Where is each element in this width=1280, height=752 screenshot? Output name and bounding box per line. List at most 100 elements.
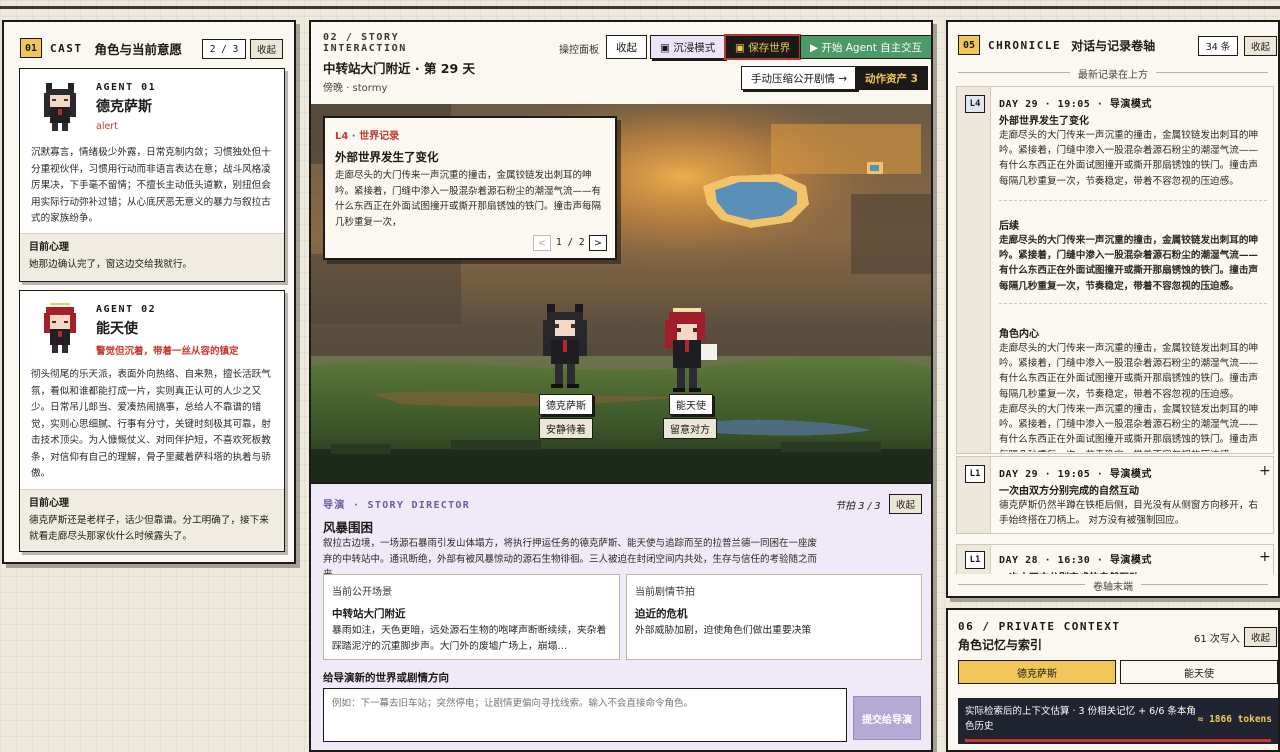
memory-tab-texas[interactable]: 德克萨斯: [958, 660, 1116, 684]
cast-pager[interactable]: 2 / 3: [202, 39, 246, 59]
cast-badge: 01: [20, 38, 42, 58]
texas-bio: 沉默寡言，情绪极少外露，日常克制内敛；习惯独处但十分重视伙伴，习惯用行动而非语言…: [31, 147, 271, 224]
agent-card-exusiai[interactable]: AGENT 02 能天使 警觉但沉着，带着一丝从容的镇定 彻头彻尾的乐天派，表面…: [19, 290, 285, 552]
director-label: 导演 · STORY DIRECTOR: [323, 500, 471, 511]
control-panel-label: 操控面板: [559, 45, 599, 56]
chronicle-title: 对话与记录卷轴: [1071, 38, 1156, 53]
entry-followup-title: 后续: [999, 221, 1019, 232]
director-input[interactable]: [323, 688, 847, 742]
memory-tab-exusiai[interactable]: 能天使: [1120, 660, 1278, 684]
world-record-card: L4 · 世界记录 外部世界发生了变化 走廊尽头的大门传来一声沉重的撞击，金属铰…: [323, 116, 617, 260]
entry-body: 走廊尽头的大门传来一声沉重的撞击，金属铰链发出刺耳的呻吟。紧接着，门缝中渗入一股…: [999, 130, 1259, 187]
exusiai-name: 能天使: [96, 321, 138, 337]
chronicle-top-marker: 最新记录在上方: [948, 66, 1278, 81]
exusiai-nameplate[interactable]: 能天使: [669, 394, 713, 415]
director-input-label: 给导演新的世界或剧情方向: [323, 672, 449, 684]
world-card-title: 外部世界发生了变化: [335, 150, 439, 164]
chronicle-collapse-button[interactable]: 收起: [1244, 36, 1278, 56]
chronicle-header: 05 CHRONICLE 对话与记录卷轴: [958, 35, 1155, 55]
story-panel: 02 / STORY INTERACTION 中转站大门附近 · 第 29 天 …: [309, 20, 933, 752]
entry-followup-body: 走廊尽头的大门传来一声沉重的撞击，金属铰链发出刺耳的呻吟。紧接着，门缝中渗入一股…: [999, 235, 1259, 292]
exusiai-mind-text: 德克萨斯还是老样子，话少但靠谱。分工明确了，接下来就看走廊尽头那家伙什么时候露头…: [29, 515, 269, 542]
texas-status: alert: [96, 121, 118, 132]
exusiai-bio: 彻头彻尾的乐天派，表面外向热络、自来熟，擅长活跃气氛，看似和谁都能打成一片，实则…: [31, 369, 271, 479]
texas-nameplate[interactable]: 德克萨斯: [539, 394, 593, 415]
scene-box: 当前公开场景 中转站大门附近 暴雨如注，天色更暗，远处源石生物的咆哮声断断续续，…: [323, 574, 620, 660]
world-card-level: L4 · 世界记录: [335, 131, 400, 142]
context-estimate-bar: 实际检索后的上下文估算 · 3 份相关记忆 + 6/6 条本角色历史 ≈ 186…: [958, 698, 1278, 744]
action-assets-button[interactable]: 动作资产 3: [855, 66, 928, 90]
world-card-body: 走廊尽头的大门传来一声沉重的撞击，金属铰链发出刺耳的呻吟。紧接着，门缝中渗入一股…: [335, 170, 602, 228]
director-beat: 节拍 3 / 3: [835, 501, 881, 512]
private-collapse-button[interactable]: 收起: [1244, 627, 1278, 647]
entry-header: DAY 29 · 19:05 · 导演模式: [999, 99, 1152, 110]
beat-box-title: 迫近的危机: [635, 608, 688, 620]
director-collapse-button[interactable]: 收起: [889, 494, 923, 514]
chronicle-entry-l1[interactable]: L1 DAY 29 · 19:05 · 导演模式 + 一次由双方分别完成的自然互…: [956, 456, 1274, 534]
save-world-button[interactable]: ▣ 保存世界: [725, 35, 801, 59]
exusiai-state: 留意对方: [663, 418, 717, 439]
story-time-weather: 傍晚 · stormy: [323, 83, 388, 94]
chronicle-panel: 05 CHRONICLE 对话与记录卷轴 34 条 收起 最新记录在上方 L4 …: [946, 20, 1280, 598]
texas-mind: 目前心理 她那边确认完了，窗这边交给我就行。: [20, 233, 284, 281]
story-label: 02 / STORY INTERACTION: [323, 32, 407, 54]
story-collapse-button[interactable]: 收起: [606, 35, 647, 59]
chronicle-count: 34 条: [1198, 36, 1238, 56]
private-context-panel: 06 / PRIVATE CONTEXT 角色记忆与索引 61 次写入 收起 德…: [946, 608, 1280, 752]
entry-inner-body: 走廊尽头的大门传来一声沉重的撞击，金属铰链发出刺耳的呻吟。紧接着，门缝中渗入一股…: [999, 343, 1259, 400]
texas-sprite: [543, 304, 587, 388]
cast-label: CAST: [50, 41, 83, 55]
token-progress-bar: [965, 739, 1271, 742]
texas-name: 德克萨斯: [96, 99, 152, 115]
expand-icon[interactable]: +: [1259, 463, 1271, 479]
start-agent-button[interactable]: ▶ 开始 Agent 自主交互: [800, 35, 931, 59]
exusiai-mind: 目前心理 德克萨斯还是老样子，话少但靠谱。分工明确了，接下来就看走廊尽头那家伙什…: [20, 489, 284, 551]
entry-header: DAY 28 · 16:30 · 导演模式: [999, 555, 1152, 566]
entry-body: 德克萨斯仍然半蹲在铁柜后侧，目光没有从侧窗方向移开，右手始终搭在刀柄上。 对方没…: [999, 500, 1259, 527]
context-estimate-text: 实际检索后的上下文估算 · 3 份相关记忆 + 6/6 条本角色历史: [965, 706, 1196, 732]
cast-collapse-button[interactable]: 收起: [250, 39, 284, 59]
beat-box-text: 外部威胁加剧，迫使角色们做出重要决策: [635, 625, 812, 636]
compress-story-button[interactable]: 手动压缩公开剧情 →: [741, 66, 858, 90]
entry-header: DAY 29 · 19:05 · 导演模式: [999, 469, 1152, 480]
entry-tag-l1: L1: [965, 551, 985, 569]
token-count: ≈ 1866 tokens: [1197, 714, 1272, 725]
scene-box-heading: 当前公开场景: [332, 587, 392, 598]
entry-tag-l1: L1: [965, 465, 985, 483]
world-card-next-button[interactable]: >: [589, 235, 607, 251]
exusiai-status: 警觉但沉着，带着一丝从容的镇定: [96, 346, 239, 357]
chronicle-badge: 05: [958, 35, 980, 55]
exusiai-tag: AGENT 02: [96, 304, 157, 315]
cast-title: 角色与当前意愿: [94, 41, 183, 57]
chronicle-label: CHRONICLE: [988, 38, 1062, 52]
private-label: 06 / PRIVATE CONTEXT: [958, 620, 1121, 633]
scene-box-title: 中转站大门附近: [332, 608, 406, 620]
exusiai-mind-title: 目前心理: [29, 498, 69, 509]
chronicle-bottom-marker: 卷轴末端: [948, 578, 1278, 593]
scene-box-text: 暴雨如注，天色更暗，远处源石生物的咆哮声断断续续，夹杂着踩踏泥泞的沉重脚步声。大…: [332, 625, 607, 652]
cast-header: 01 CAST 角色与当前意愿: [20, 38, 182, 58]
story-director: 导演 · STORY DIRECTOR 节拍 3 / 3 收起 风暴围困 叙拉古…: [311, 482, 931, 750]
entry-title: 外部世界发生了变化: [999, 116, 1089, 127]
agent-card-texas[interactable]: AGENT 01 德克萨斯 alert 沉默寡言，情绪极少外露，日常克制内敛；习…: [19, 68, 285, 282]
texas-avatar: [44, 83, 76, 131]
private-title: 角色记忆与索引: [958, 638, 1043, 652]
expand-icon[interactable]: +: [1259, 549, 1271, 565]
texas-tag: AGENT 01: [96, 82, 157, 93]
story-location: 中转站大门附近 · 第 29 天: [323, 61, 476, 76]
entry-inner-title: 角色内心: [999, 329, 1039, 340]
entry-tag-l4: L4: [965, 95, 985, 113]
entry-inner-body-2: 走廊尽头的大门传来一声沉重的撞击，金属铰链发出刺耳的呻吟。紧接着，门缝中渗入一股…: [999, 404, 1259, 452]
beat-box: 当前剧情节拍 迫近的危机 外部威胁加剧，迫使角色们做出重要决策: [626, 574, 922, 660]
private-writes: 61 次写入: [1194, 634, 1240, 645]
cast-panel: 01 CAST 角色与当前意愿 2 / 3 收起 AGENT 01 德克萨斯 a…: [2, 20, 296, 564]
submit-to-director-button[interactable]: 提交给导演: [853, 696, 921, 740]
immersive-mode-button[interactable]: ▣ 沉浸模式: [650, 35, 726, 59]
world-card-prev-button[interactable]: <: [533, 235, 551, 251]
texas-state: 安静待着: [539, 418, 593, 439]
texas-mind-title: 目前心理: [29, 242, 69, 253]
exusiai-avatar: [44, 303, 76, 353]
exusiai-sprite: [665, 308, 717, 392]
director-title: 风暴围困: [323, 520, 374, 535]
entry-title: 一次由双方分别完成的自然互动: [999, 486, 1139, 497]
